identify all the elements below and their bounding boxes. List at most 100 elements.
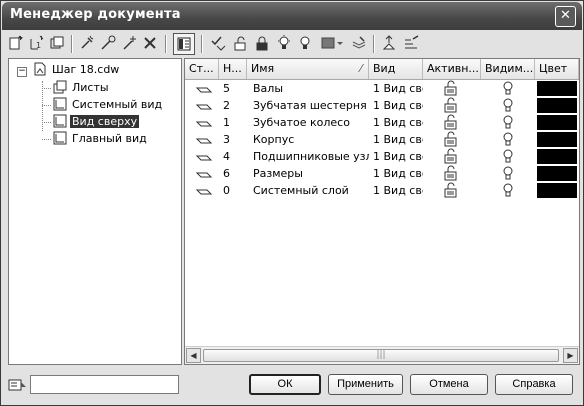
- layer-name[interactable]: Системный слой: [253, 182, 369, 199]
- view-icon: [53, 97, 67, 111]
- view-icon: [53, 131, 67, 145]
- lock-icon[interactable]: [252, 33, 272, 53]
- help-button[interactable]: Справка: [495, 374, 573, 395]
- layer-color-swatch[interactable]: [537, 149, 577, 164]
- visibility-bulb-icon[interactable]: [501, 148, 521, 165]
- layer-state-icon[interactable]: [195, 148, 215, 165]
- new-sheet-icon[interactable]: [5, 33, 25, 53]
- column-header-number[interactable]: Н...: [219, 59, 247, 79]
- visibility-bulb-icon[interactable]: [501, 131, 521, 148]
- tree-connector: [42, 122, 51, 123]
- layer-color-swatch[interactable]: [537, 132, 577, 147]
- active-lock-icon[interactable]: [443, 114, 463, 131]
- toolbar-separator: [165, 35, 167, 53]
- column-header-view[interactable]: Вид: [369, 59, 423, 79]
- table-row[interactable]: 4 Подшипниковые узлы 1 Вид све: [185, 148, 579, 165]
- layer-state-icon[interactable]: [195, 114, 215, 131]
- new-layer-icon[interactable]: [47, 33, 67, 53]
- active-lock-icon[interactable]: [443, 182, 463, 199]
- active-lock-icon[interactable]: [443, 97, 463, 114]
- layer-name[interactable]: Размеры: [253, 165, 369, 182]
- sort-indicator-icon: ⁄: [360, 62, 362, 75]
- tree-item-document[interactable]: Шаг 18.cdw: [33, 62, 121, 78]
- column-header-active[interactable]: Активн...: [423, 59, 481, 79]
- visibility-bulb-icon[interactable]: [501, 97, 521, 114]
- toolbar: 1: [5, 33, 581, 55]
- bulb-off-icon[interactable]: [295, 33, 315, 53]
- table-row[interactable]: 5 Валы 1 Вид све: [185, 80, 579, 97]
- visibility-bulb-icon[interactable]: [501, 80, 521, 97]
- tree-item-system-view[interactable]: Системный вид: [53, 97, 164, 113]
- layer-state-icon[interactable]: [195, 182, 215, 199]
- layer-color-swatch[interactable]: [537, 183, 577, 198]
- active-lock-icon[interactable]: [443, 131, 463, 148]
- layer-state-icon[interactable]: [195, 165, 215, 182]
- table-header: Ст... Н... Имя ⁄ Вид Активн... Видим... …: [185, 59, 579, 80]
- properties-icon[interactable]: [401, 33, 421, 53]
- tree-item-top-view[interactable]: Вид сверху: [53, 114, 140, 130]
- layer-status-icon: [8, 376, 28, 394]
- layer-name[interactable]: Зубчатая шестерня: [253, 97, 369, 114]
- scroll-left-button[interactable]: ◀: [186, 348, 201, 363]
- visibility-bulb-icon[interactable]: [501, 165, 521, 182]
- column-header-name[interactable]: Имя ⁄: [247, 59, 369, 79]
- layer-name[interactable]: Подшипниковые узлы: [253, 148, 369, 165]
- panel-toggle-icon[interactable]: [173, 33, 195, 55]
- layer-name[interactable]: Валы: [253, 80, 369, 97]
- unlock-icon[interactable]: [230, 33, 250, 53]
- active-lock-icon[interactable]: [443, 165, 463, 182]
- horizontal-scrollbar[interactable]: ◀ ||| ▶: [185, 346, 579, 364]
- layer-view: 1 Вид све: [373, 82, 423, 95]
- layer-color-swatch[interactable]: [537, 115, 577, 130]
- tree-item-sheets[interactable]: Листы: [53, 80, 111, 96]
- visibility-bulb-icon[interactable]: [501, 114, 521, 131]
- tree-connector: [42, 139, 51, 140]
- ok-button[interactable]: ОК: [249, 374, 321, 395]
- table-row[interactable]: 3 Корпус 1 Вид све: [185, 131, 579, 148]
- tree-item-main-view[interactable]: Главный вид: [53, 131, 149, 147]
- export-icon[interactable]: [379, 33, 399, 53]
- active-lock-icon[interactable]: [443, 80, 463, 97]
- active-lock-icon[interactable]: [443, 148, 463, 165]
- layer-state-icon[interactable]: [195, 80, 215, 97]
- layer-color-swatch[interactable]: [537, 98, 577, 113]
- wand-icon[interactable]: [119, 33, 139, 53]
- table-row[interactable]: 6 Размеры 1 Вид све: [185, 165, 579, 182]
- tree-item-label: Листы: [72, 81, 109, 94]
- cancel-button[interactable]: Отмена: [410, 374, 488, 395]
- tree-collapse-toggle[interactable]: −: [17, 67, 27, 77]
- brush-icon[interactable]: [77, 33, 97, 53]
- layers-edit-icon[interactable]: [349, 33, 369, 53]
- tree-connector: [42, 88, 51, 89]
- table-row[interactable]: 1 Зубчатое колесо 1 Вид све: [185, 114, 579, 131]
- column-header-color[interactable]: Цвет: [535, 59, 579, 79]
- table-row[interactable]: 2 Зубчатая шестерня 1 Вид све: [185, 97, 579, 114]
- magic-icon[interactable]: [98, 33, 118, 53]
- layer-state-icon[interactable]: [195, 131, 215, 148]
- layer-name[interactable]: Корпус: [253, 131, 369, 148]
- layer-number: 3: [223, 133, 230, 146]
- check-state-icon[interactable]: [208, 33, 228, 53]
- document-icon: [34, 62, 46, 76]
- column-header-state[interactable]: Ст...: [185, 59, 219, 79]
- visibility-bulb-icon[interactable]: [501, 182, 521, 199]
- layer-name[interactable]: Зубчатое колесо: [253, 114, 369, 131]
- layer-color-swatch[interactable]: [537, 81, 577, 96]
- status-input[interactable]: [30, 375, 179, 394]
- close-button[interactable]: ✕: [555, 6, 576, 27]
- new-view-icon[interactable]: 1: [26, 33, 46, 53]
- layer-color-swatch[interactable]: [537, 166, 577, 181]
- apply-button[interactable]: Применить: [328, 374, 403, 395]
- bulb-on-icon[interactable]: [274, 33, 294, 53]
- delete-icon[interactable]: [140, 33, 160, 53]
- table-row[interactable]: 0 Системный слой 1 Вид све: [185, 182, 579, 199]
- layer-state-icon[interactable]: [195, 97, 215, 114]
- scroll-right-button[interactable]: ▶: [563, 348, 578, 363]
- layer-number: 4: [223, 150, 230, 163]
- tree-connector: [42, 105, 51, 106]
- scroll-thumb[interactable]: |||: [203, 349, 559, 362]
- color-dropdown-icon[interactable]: [319, 33, 345, 53]
- column-header-visible[interactable]: Видим...: [481, 59, 535, 79]
- layer-view: 1 Вид све: [373, 116, 423, 129]
- layer-view: 1 Вид све: [373, 184, 423, 197]
